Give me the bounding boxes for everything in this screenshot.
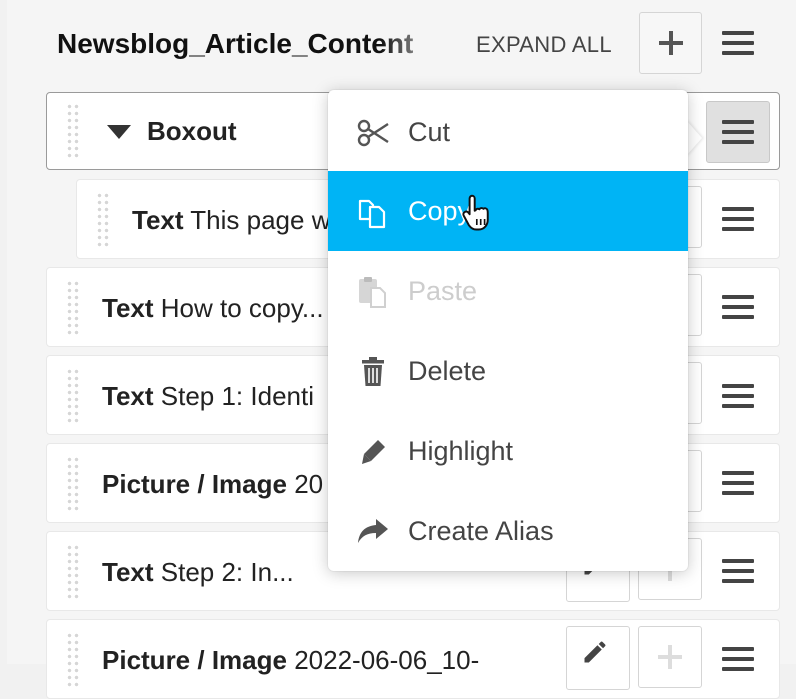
add-child-button[interactable]	[638, 626, 702, 688]
expand-all-button[interactable]: EXPAND ALL	[476, 30, 612, 60]
menu-item-create-alias[interactable]: Create Alias	[328, 491, 688, 571]
drag-handle[interactable]	[66, 103, 80, 159]
row-menu-button[interactable]	[722, 559, 754, 583]
menu-item-cut[interactable]: Cut	[328, 92, 688, 172]
drag-handle[interactable]	[66, 632, 80, 688]
add-plugin-button[interactable]	[639, 12, 702, 74]
hand-cursor-icon	[462, 194, 489, 231]
row-label: Text How to copy...	[102, 293, 324, 323]
drag-handle[interactable]	[66, 368, 80, 424]
menu-item-copy[interactable]: Copy	[328, 171, 688, 251]
scissors-icon	[357, 119, 389, 147]
drag-handle[interactable]	[66, 280, 80, 336]
row-menu-button[interactable]	[722, 295, 754, 319]
row-menu-button[interactable]	[722, 207, 754, 231]
row-menu-button-active[interactable]	[706, 101, 770, 163]
share-arrow-icon	[358, 519, 388, 543]
edit-plugin-button[interactable]	[566, 626, 630, 690]
menu-item-highlight[interactable]: Highlight	[328, 411, 688, 491]
pencil-icon	[362, 440, 385, 464]
row-label: Text Step 2: In...	[102, 557, 294, 587]
menu-item-delete[interactable]: Delete	[328, 331, 688, 411]
menu-item-paste[interactable]: Paste	[328, 251, 688, 331]
paste-icon	[359, 277, 386, 308]
context-menu-arrow	[686, 120, 702, 156]
context-menu: Cut Copy Paste Delete Highlight Create A…	[328, 90, 688, 571]
row-label: Boxout	[147, 116, 237, 146]
plus-icon-vertical	[669, 31, 673, 55]
row-menu-button[interactable]	[722, 647, 754, 671]
pencil-icon	[584, 641, 606, 663]
collapse-triangle-icon[interactable]	[107, 125, 131, 139]
row-menu-button[interactable]	[722, 471, 754, 495]
copy-icon	[358, 199, 386, 229]
placeholder-title: Newsblog_Article_Content	[57, 28, 414, 59]
row-label: Text This page w	[132, 205, 331, 235]
drag-handle[interactable]	[66, 456, 80, 512]
trash-icon	[362, 357, 384, 386]
placeholder-menu-button[interactable]	[722, 31, 754, 55]
drag-handle[interactable]	[66, 544, 80, 600]
row-label: Picture / Image 20	[102, 469, 324, 499]
hamburger-icon	[722, 120, 754, 144]
row-menu-button[interactable]	[722, 384, 754, 408]
drag-handle[interactable]	[96, 192, 110, 248]
row-label: Picture / Image 2022-06-06_10-	[102, 645, 480, 675]
row-label: Text Step 1: Identi	[102, 381, 314, 411]
